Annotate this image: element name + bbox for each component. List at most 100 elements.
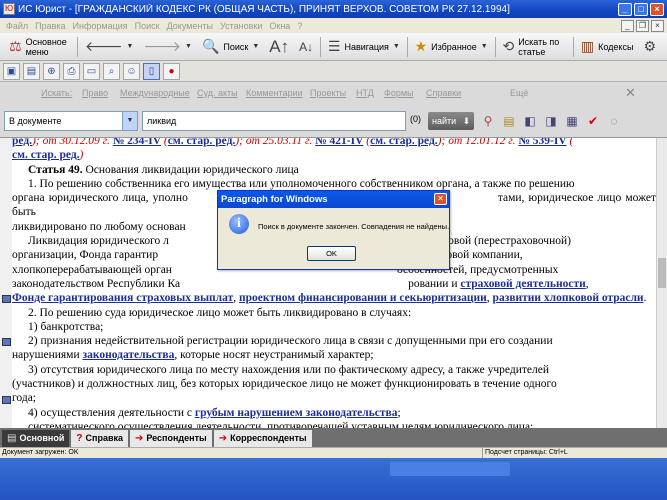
- chevron-down-icon: ▼: [392, 43, 400, 50]
- prev-doc-icon[interactable]: ◧: [522, 112, 538, 130]
- search-button[interactable]: 🔍 Поиск ▼: [197, 36, 264, 58]
- menu-documents[interactable]: Документы: [167, 21, 213, 31]
- paragraph-8: систематического осуществления деятельно…: [28, 420, 534, 428]
- paragraph-7: 4) осуществления деятельности с грубым н…: [28, 406, 401, 419]
- bookmark-icon[interactable]: [2, 338, 11, 346]
- next-doc-icon[interactable]: ◨: [543, 112, 559, 130]
- menu-edit[interactable]: Правка: [35, 21, 65, 31]
- scales-icon: ⚖: [9, 38, 22, 54]
- clear-icon[interactable]: ◌: [606, 112, 622, 130]
- bookmark-icon[interactable]: [2, 295, 11, 303]
- books-icon: ▥: [580, 38, 595, 54]
- paragraph-5: 2) признания недействительной регистраци…: [12, 335, 553, 362]
- link-out-icon: ➔: [135, 433, 144, 444]
- search-panel: Искать: Право Международные Суд. акты Ко…: [0, 82, 667, 138]
- add-icon[interactable]: ⊕: [43, 62, 60, 80]
- tab-main[interactable]: ▤ Основной: [2, 430, 70, 447]
- vertical-scrollbar[interactable]: [656, 138, 667, 428]
- open-icon[interactable]: ▤: [23, 62, 40, 80]
- main-menu-button[interactable]: ⚖ Основное меню: [4, 36, 75, 58]
- navigation-icon: ☰: [327, 38, 341, 54]
- chevron-down-icon: ▼: [252, 43, 260, 50]
- magnifier-icon: 🔍: [201, 38, 220, 54]
- message-dialog: Paragraph for Windows ✕ i Поиск в докуме…: [217, 190, 450, 270]
- list-icon[interactable]: ▦: [564, 112, 580, 130]
- maximize-button[interactable]: □: [634, 2, 648, 16]
- document-view[interactable]: ред.); от 30.12.09 г. № 234-IV (см. стар…: [0, 138, 667, 428]
- app-icon: Ю: [3, 3, 15, 15]
- save-icon[interactable]: ▣: [3, 62, 20, 80]
- document-text: ред.); от 30.12.09 г. № 234-IV (см. стар…: [12, 138, 656, 428]
- match-count: (0): [410, 114, 421, 124]
- menu-file[interactable]: Файл: [6, 21, 28, 31]
- font-increase-button[interactable]: A↑: [264, 36, 294, 58]
- font-decrease-icon: A↓: [299, 39, 314, 54]
- window-title: ИС Юрист - [ГРАЖДАНСКИЙ КОДЕКС РК (ОБЩАЯ…: [18, 3, 510, 15]
- arrow-right-icon: 🡒: [143, 38, 182, 54]
- preview-icon[interactable]: ▭: [83, 62, 100, 80]
- paragraph-6: 3) отсутствия юридического лица по месту…: [12, 363, 557, 405]
- tab-correspondents[interactable]: ➔ Корреспонденты: [213, 430, 312, 447]
- ok-button[interactable]: OK: [307, 246, 356, 261]
- article-search-icon: ⟲: [502, 38, 515, 54]
- user-icon[interactable]: ☺: [123, 62, 140, 80]
- menu-info[interactable]: Информация: [73, 21, 128, 31]
- back-button[interactable]: 🡐 ▼: [80, 36, 138, 58]
- search-by-article-button[interactable]: ⟲ Искать по статье: [497, 36, 571, 58]
- page-count-hint: Подсчет страницы: Ctrl+L: [482, 448, 568, 458]
- tab-reference[interactable]: ? Справка: [71, 430, 128, 447]
- print-icon[interactable]: ⎙: [63, 62, 80, 80]
- title-bar: Ю ИС Юрист - [ГРАЖДАНСКИЙ КОДЕКС РК (ОБЩ…: [0, 0, 667, 18]
- navigation-button[interactable]: ☰ Навигация ▼: [323, 36, 405, 58]
- search-link-forms[interactable]: Формы: [384, 88, 414, 98]
- note-icon[interactable]: ▤: [501, 112, 517, 130]
- search-link-projects[interactable]: Проекты: [310, 88, 346, 98]
- search-input[interactable]: ликвид: [142, 111, 406, 131]
- menu-help[interactable]: ?: [297, 21, 302, 31]
- find-button[interactable]: найти ⬇: [428, 112, 474, 130]
- stop-icon[interactable]: ●: [163, 62, 180, 80]
- page-icon[interactable]: ▯: [143, 62, 160, 80]
- link-in-icon: ➔: [218, 433, 228, 444]
- bookmark-icon[interactable]: [2, 396, 11, 404]
- taskbar: [0, 458, 667, 500]
- search-more[interactable]: Ещё: [510, 88, 528, 98]
- mdi-minimize-button[interactable]: _: [621, 19, 634, 32]
- revision-history: ред.); от 30.12.09 г. № 234-IV (см. стар…: [12, 138, 574, 162]
- info-icon: i: [229, 214, 249, 234]
- search-link-ntd[interactable]: НТД: [356, 88, 374, 98]
- tab-respondents[interactable]: ➔ Респонденты: [130, 430, 212, 447]
- search-link-law[interactable]: Право: [82, 88, 108, 98]
- close-button[interactable]: ×: [650, 2, 664, 16]
- favorites-button[interactable]: ★ Избранное ▼: [410, 36, 493, 58]
- font-decrease-button[interactable]: A↓: [294, 36, 318, 58]
- help-icon: ?: [76, 433, 83, 444]
- forward-button[interactable]: 🡒 ▼: [138, 36, 196, 58]
- paragraph-4: 1) банкротства;: [28, 320, 104, 333]
- mdi-restore-button[interactable]: ❐: [636, 19, 649, 32]
- bottom-tabs: ▤ Основной ? Справка ➔ Респонденты ➔ Кор…: [0, 428, 667, 447]
- minimize-button[interactable]: _: [618, 2, 632, 16]
- chevron-down-icon: ▼: [122, 112, 137, 130]
- menu-windows[interactable]: Окна: [269, 21, 290, 31]
- arrow-down-icon: ⬇: [462, 116, 471, 126]
- search-link-international[interactable]: Международные: [120, 88, 190, 98]
- menu-search[interactable]: Поиск: [135, 21, 160, 31]
- dialog-close-button[interactable]: ✕: [434, 193, 447, 205]
- taskbar-button[interactable]: [390, 462, 510, 476]
- menu-settings[interactable]: Установки: [220, 21, 262, 31]
- highlight-icon[interactable]: ⚲: [480, 112, 496, 130]
- search-link-comments[interactable]: Комментарии: [246, 88, 303, 98]
- mark-icon[interactable]: ✔: [585, 112, 601, 130]
- find-icon[interactable]: ⌕: [103, 62, 120, 80]
- search-link-references[interactable]: Справки: [426, 88, 461, 98]
- search-link-court[interactable]: Суд. акты: [197, 88, 238, 98]
- settings-button[interactable]: ⚙: [638, 36, 661, 58]
- font-increase-icon: A↑: [269, 36, 290, 56]
- close-panel-icon[interactable]: ✕: [625, 85, 636, 101]
- scrollbar-thumb[interactable]: [658, 258, 666, 288]
- codes-button[interactable]: ▥ Кодексы: [576, 36, 639, 58]
- mdi-close-button[interactable]: ×: [651, 19, 664, 32]
- search-scope-select[interactable]: В документе ▼: [4, 111, 138, 131]
- gutter: [0, 138, 12, 428]
